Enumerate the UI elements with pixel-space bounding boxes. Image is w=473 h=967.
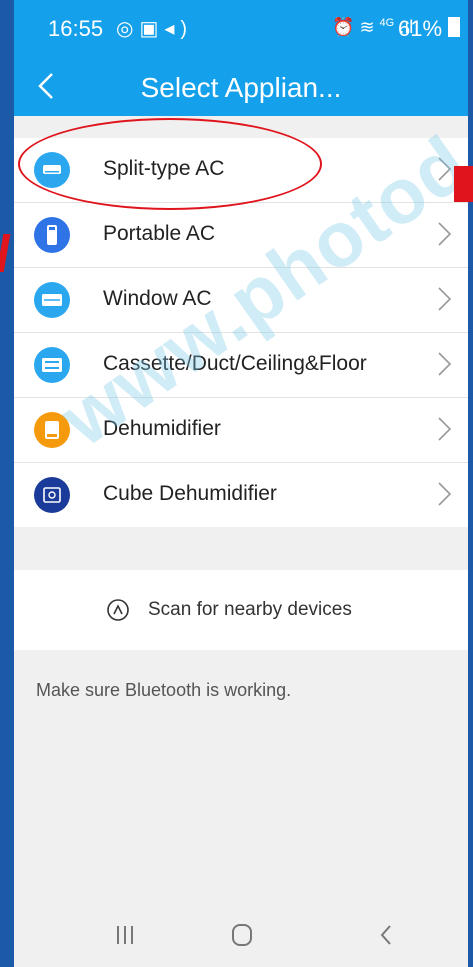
appliance-label: Cube Dehumidifier [103,482,277,505]
volume-icon: ◂) [164,18,194,40]
alarm-icon: ⏰ [332,17,355,37]
network-type: 4G [379,17,395,29]
wifi-icon: ≋ [359,17,375,37]
recent-apps-button[interactable] [106,920,146,950]
system-nav-bar [14,900,468,967]
nav-back-button[interactable] [366,920,406,950]
page-title: Select Applian... [140,72,342,103]
chevron-left-icon [38,73,53,99]
red-marker-right [454,166,473,202]
recent-apps-icon [117,926,133,944]
viber-icon: ◎ [116,18,140,40]
highlight-circle [18,118,322,210]
appliance-label: Portable AC [103,222,216,245]
battery-icon [448,17,461,37]
status-time: 16:55 [48,16,104,41]
home-icon [232,924,252,946]
home-button[interactable] [222,920,262,950]
bluetooth-scan-icon [107,599,129,621]
chevron-right-icon [438,352,452,376]
scan-nearby-button[interactable]: Scan for nearby devices [14,570,468,650]
window-ac-icon [34,282,70,318]
back-button[interactable] [30,68,66,104]
bluetooth-hint: Make sure Bluetooth is working. [36,680,292,700]
chevron-right-icon [438,287,452,311]
status-bar: 16:55 ◎▣◂) ⏰ ≋ 4G .ıl 61% [14,0,468,58]
portable-ac-icon [34,217,70,253]
scan-label: Scan for nearby devices [148,599,352,620]
gallery-icon: ▣ [139,18,165,40]
cube-dehumidifier-icon [34,477,70,513]
notification-icons: ◎▣◂) [116,16,193,41]
back-arrow-icon [380,925,391,945]
app-bar: Select Applian... [14,58,468,116]
battery-percent: 61% [398,16,443,41]
chevron-right-icon [438,417,452,441]
chevron-right-icon [438,482,452,506]
appliance-item-cube-dehumidifier[interactable]: Cube Dehumidifier [14,463,468,527]
battery-indicator: 61% [398,16,461,42]
red-marker-left [0,234,11,272]
